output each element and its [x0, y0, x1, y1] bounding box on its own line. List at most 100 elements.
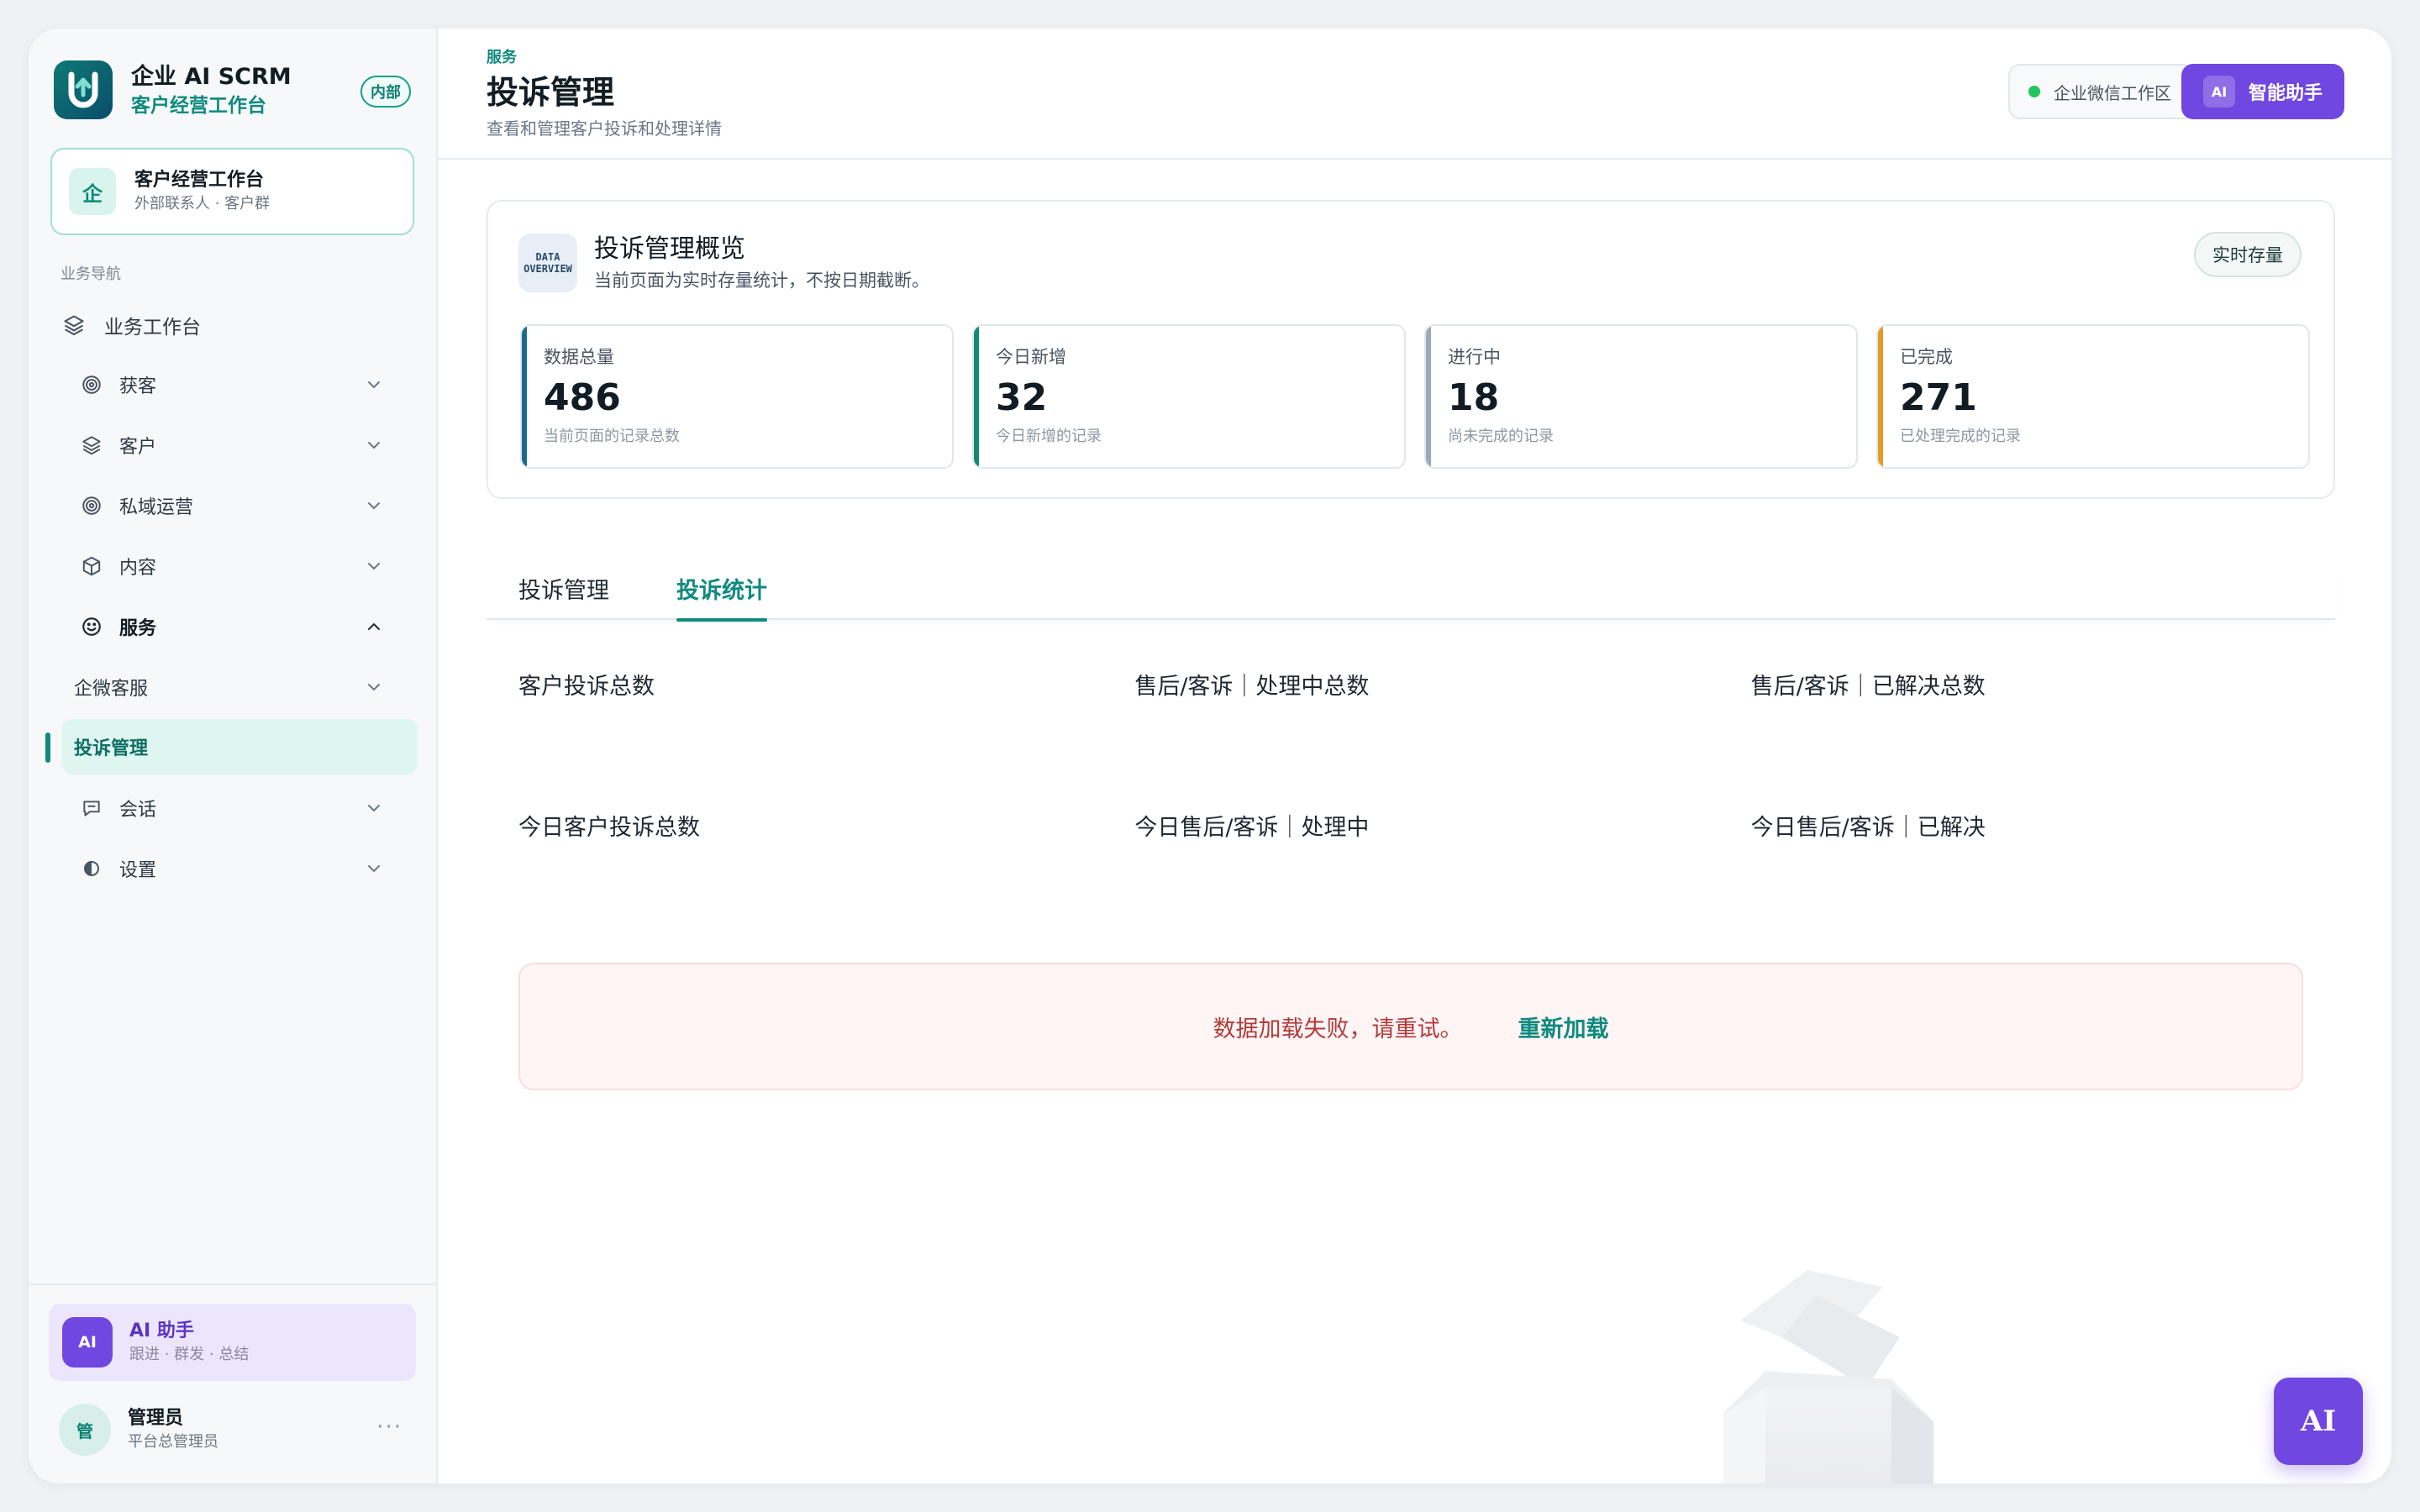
box-icon [79, 554, 104, 579]
stat-value: 32 [996, 376, 1048, 419]
stat-value: 486 [544, 376, 621, 419]
chevron-up-icon [368, 622, 380, 630]
sidebar-item-label: 服务 [119, 618, 157, 639]
ai-card-title: AI 助手 [129, 1320, 194, 1341]
stat-value: 18 [1448, 376, 1500, 419]
stat-note: 今日新增的记录 [996, 428, 1102, 445]
sidebar-item-acquire[interactable]: 获客 [29, 354, 436, 415]
sidebar-item-customer[interactable]: 客户 [29, 415, 436, 475]
empty-box-illustration [1723, 1270, 1933, 1483]
sidebar-item-private-ops[interactable]: 私域运营 [29, 475, 436, 536]
sidebar-footer: AI AI 助手 跟进 · 群发 · 总结 管 管理员 平台总管理员 ··· [29, 1284, 436, 1483]
sidebar-item-settings[interactable]: 设置 [29, 838, 436, 899]
tab-complaint-management[interactable]: 投诉管理 [518, 556, 609, 620]
sidebar-item-label: 投诉管理 [74, 738, 149, 759]
layers-icon [79, 433, 104, 458]
stat-value: 271 [1900, 376, 1977, 419]
workspace-env-pill[interactable]: 企业微信工作区 [2008, 64, 2195, 119]
ai-badge-icon: AI [62, 1317, 113, 1368]
user-profile[interactable]: 管 管理员 平台总管理员 ··· [59, 1396, 416, 1463]
sidebar-item-workbench[interactable]: 业务工作台 [29, 296, 436, 354]
realtime-stock-pill[interactable]: 实时存量 [2194, 232, 2302, 277]
sidebar-item-session[interactable]: 会话 [29, 778, 436, 838]
stat-card-total: 数据总量 486 当前页面的记录总数 [520, 324, 954, 469]
avatar: 管 [59, 1404, 111, 1456]
ai-assistant-card[interactable]: AI AI 助手 跟进 · 群发 · 总结 [49, 1304, 416, 1381]
brand-subtitle: 客户经营工作台 [131, 95, 266, 117]
stats-row: 数据总量 486 当前页面的记录总数 今日新增 32 今日新增的记录 进行中 1… [520, 324, 2310, 469]
stat-note: 当前页面的记录总数 [544, 428, 680, 445]
main-content: 服务 投诉管理 查看和管理客户投诉和处理详情 企业微信工作区 AI 智能助手 D… [438, 29, 2391, 1483]
page-description: 查看和管理客户投诉和处理详情 [487, 118, 722, 139]
internal-badge: 内部 [360, 76, 411, 108]
ai-card-subtitle: 跟进 · 群发 · 总结 [129, 1346, 250, 1363]
sidebar-item-label: 私域运营 [119, 497, 194, 518]
chevron-down-icon [368, 805, 380, 812]
overview-subtitle: 当前页面为实时存量统计，不按日期截断。 [594, 270, 929, 291]
brand: 企业 AI SCRM 客户经营工作台 内部 [29, 29, 436, 148]
chevron-down-icon [368, 381, 380, 389]
metric-label: 售后/客诉｜处理中总数 [1134, 674, 1370, 700]
sidebar-item-label: 内容 [119, 558, 157, 579]
sidebar-nav: 业务工作台 获客 客户 私域运营 内容 服务 企微客服 投诉管理 会话 设置 [29, 296, 436, 899]
stat-label: 今日新增 [996, 347, 1066, 367]
load-error-banner: 数据加载失败，请重试。 重新加载 [518, 963, 2303, 1090]
ai-floating-button[interactable]: AI [2274, 1378, 2363, 1465]
app-window: 企业 AI SCRM 客户经营工作台 内部 企 客户经营工作台 外部联系人 · … [29, 29, 2391, 1483]
metric-label: 售后/客诉｜已解决总数 [1750, 674, 1986, 700]
workspace-title: 客户经营工作台 [134, 170, 265, 191]
error-message: 数据加载失败，请重试。 [1213, 1016, 1463, 1042]
stat-card-completed: 已完成 271 已处理完成的记录 [1876, 324, 2310, 469]
metric-label: 今日客户投诉总数 [518, 815, 700, 841]
more-icon[interactable]: ··· [376, 1415, 402, 1440]
data-overview-icon-line1: DATA [535, 251, 560, 263]
sidebar-item-service[interactable]: 服务 [29, 596, 436, 657]
stat-label: 进行中 [1448, 347, 1501, 367]
sidebar-item-label: 企微客服 [74, 679, 149, 700]
sidebar-item-content[interactable]: 内容 [29, 536, 436, 596]
workspace-subtitle: 外部联系人 · 客户群 [134, 195, 271, 213]
sidebar-item-label: 客户 [119, 437, 157, 458]
user-name: 管理员 [128, 1408, 184, 1429]
data-overview-icon: DATA OVERVIEW [518, 234, 577, 292]
chevron-down-icon [368, 865, 380, 873]
chevron-down-icon [368, 502, 380, 510]
sidebar: 企业 AI SCRM 客户经营工作台 内部 企 客户经营工作台 外部联系人 · … [29, 29, 438, 1483]
ai-mini-icon: AI [2203, 76, 2235, 108]
status-dot-icon [2028, 86, 2040, 97]
target-icon [79, 493, 104, 518]
page-header: 服务 投诉管理 查看和管理客户投诉和处理详情 企业微信工作区 AI 智能助手 [438, 29, 2391, 160]
brand-title: 企业 AI SCRM [131, 64, 292, 90]
metric-label: 今日售后/客诉｜已解决 [1750, 815, 1986, 841]
target-icon [79, 372, 104, 397]
brand-logo-icon [54, 60, 113, 119]
workspace-env-label: 企业微信工作区 [2054, 82, 2171, 103]
sidebar-item-label: 获客 [119, 376, 157, 397]
data-overview-icon-line2: OVERVIEW [523, 263, 572, 275]
overview-title: 投诉管理概览 [594, 234, 745, 264]
metrics-grid: 客户投诉总数 售后/客诉｜处理中总数 售后/客诉｜已解决总数 今日客户投诉总数 … [518, 670, 2367, 953]
smart-assistant-label: 智能助手 [2249, 83, 2323, 104]
stat-note: 已处理完成的记录 [1900, 428, 2021, 445]
stat-card-today: 今日新增 32 今日新增的记录 [972, 324, 1406, 469]
nav-caption: 业务导航 [60, 265, 121, 283]
sidebar-item-wecom-service[interactable]: 企微客服 [29, 657, 436, 717]
sidebar-item-label: 会话 [119, 800, 157, 821]
metric-label: 今日售后/客诉｜处理中 [1134, 815, 1370, 841]
stat-label: 数据总量 [544, 347, 614, 367]
sidebar-item-complaints[interactable]: 投诉管理 [45, 719, 418, 774]
settings-icon [79, 856, 104, 881]
workspace-icon: 企 [69, 168, 116, 215]
stat-card-in-progress: 进行中 18 尚未完成的记录 [1424, 324, 1858, 469]
tab-bar: 投诉管理 投诉统计 [487, 556, 2335, 622]
sidebar-item-label: 业务工作台 [104, 317, 201, 339]
smart-assistant-button[interactable]: AI 智能助手 [2181, 64, 2344, 119]
workspace-card[interactable]: 企 客户经营工作台 外部联系人 · 客户群 [50, 148, 414, 235]
tab-complaint-stats[interactable]: 投诉统计 [676, 556, 767, 622]
metric-label: 客户投诉总数 [518, 674, 655, 700]
chat-icon [79, 795, 104, 821]
layers-icon [60, 312, 87, 339]
stat-note: 尚未完成的记录 [1448, 428, 1554, 445]
chevron-down-icon [368, 442, 380, 449]
reload-button[interactable]: 重新加载 [1518, 1011, 1609, 1043]
